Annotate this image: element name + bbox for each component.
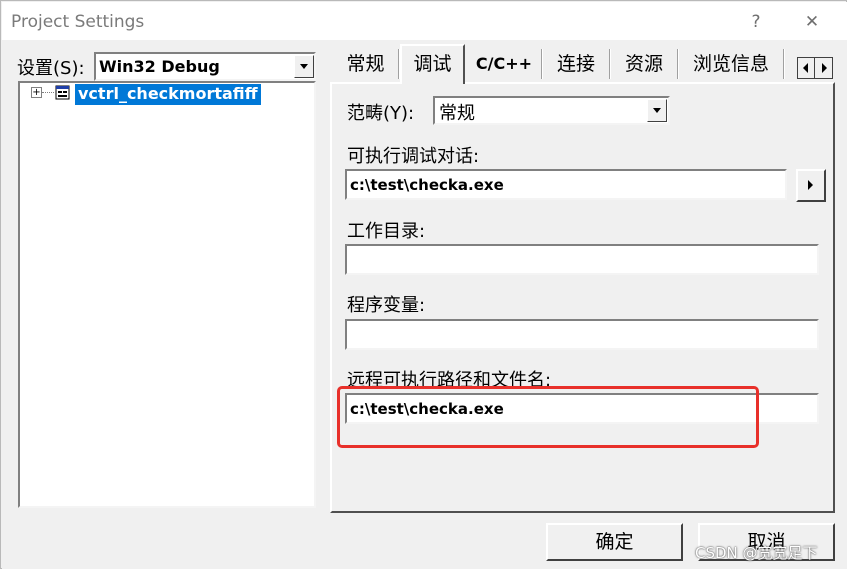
window-title: Project Settings — [11, 12, 145, 32]
title-bar: Project Settings ? ✕ — [2, 2, 847, 40]
watermark: CSDN @宽宽足下 — [695, 544, 818, 562]
category-combo-value: 常规 — [439, 103, 475, 124]
ok-button[interactable]: 确定 — [546, 523, 683, 561]
tab-scroll-control — [797, 57, 833, 79]
project-settings-dialog: Project Settings ? ✕ 设置(S): Win32 Debug … — [0, 0, 847, 569]
tab-separator — [609, 49, 611, 79]
settings-combo-value: Win32 Debug — [99, 57, 220, 76]
executable-browse-button[interactable] — [796, 169, 826, 202]
working-dir-label: 工作目录: — [347, 221, 426, 242]
tab-cpp[interactable]: C/C++ — [469, 46, 539, 83]
project-icon — [54, 85, 72, 101]
tree-connector — [42, 92, 54, 93]
tab-scroll-left-button[interactable] — [798, 58, 815, 78]
category-label: 范畴(Y): — [347, 103, 415, 124]
tab-separator — [783, 49, 785, 79]
executable-value: c:\test\checka.exe — [350, 176, 504, 194]
tree-expander-icon[interactable]: + — [31, 87, 42, 98]
executable-input[interactable]: c:\test\checka.exe — [345, 169, 787, 200]
category-dropdown-button[interactable] — [647, 99, 667, 122]
tab-separator — [541, 49, 543, 79]
close-button[interactable]: ✕ — [795, 8, 829, 36]
tab-scroll-right-button[interactable] — [815, 58, 832, 78]
tab-link[interactable]: 连接 — [544, 46, 608, 83]
working-dir-input[interactable] — [345, 244, 819, 275]
settings-combo[interactable]: Win32 Debug — [94, 52, 316, 81]
tree-item-project[interactable]: vctrl_checkmortafiff — [75, 84, 261, 105]
tab-separator — [677, 49, 679, 79]
tab-resources[interactable]: 资源 — [612, 46, 676, 83]
tab-browse-info[interactable]: 浏览信息 — [680, 46, 782, 83]
program-args-label: 程序变量: — [347, 295, 426, 316]
settings-dropdown-button[interactable] — [294, 55, 314, 78]
tab-general[interactable]: 常规 — [333, 46, 398, 83]
help-button[interactable]: ? — [739, 8, 773, 36]
project-tree[interactable]: + vctrl_checkmortafiff — [18, 81, 316, 508]
settings-label: 设置(S): — [17, 58, 85, 79]
annotation-highlight-box — [337, 386, 759, 448]
executable-label: 可执行调试对话: — [347, 146, 480, 167]
tab-debug[interactable]: 调试 — [400, 44, 465, 84]
program-args-input[interactable] — [345, 319, 819, 350]
category-combo[interactable]: 常规 — [433, 96, 670, 125]
